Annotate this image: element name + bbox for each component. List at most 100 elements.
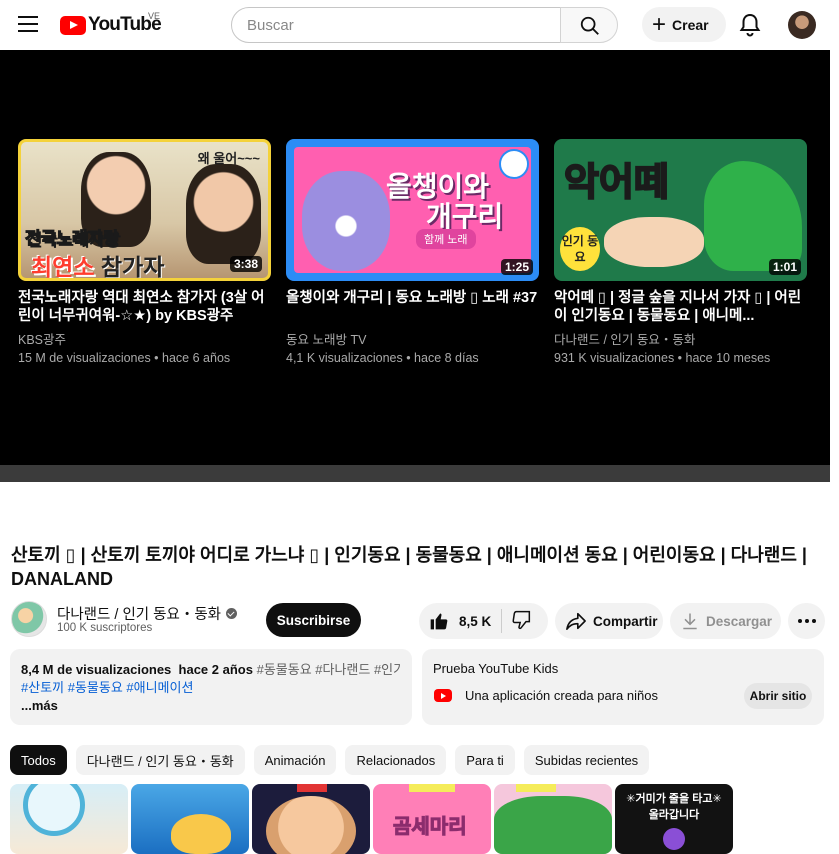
inline-tags: #동물동요 #다나랜드 #인기: [256, 662, 401, 677]
recommended-thumbnail[interactable]: [494, 784, 612, 854]
end-screen-card[interactable]: 왜 울어~~~ 전국노래자랑 최연소 참가자 3:38 전국노래자랑 역대 최연…: [18, 139, 271, 365]
description-box[interactable]: 8,4 M de visualizaciones hace 2 años #동물…: [10, 649, 412, 725]
plus-icon: +: [652, 10, 667, 38]
label-image: [409, 784, 455, 792]
like-button[interactable]: 8,5 K: [419, 609, 502, 633]
like-count: 8,5 K: [459, 613, 492, 629]
share-icon: [566, 612, 586, 630]
recommended-videos: 곰세마리 ✳거미가 줄을 타고✳ 올라갑니다: [10, 784, 733, 854]
end-screen-card[interactable]: 악어떼 인기 동요 1:01 악어떼 ▯ | 정글 숲을 지나서 가자 ▯ | …: [554, 139, 807, 365]
thumbnail-animals-image: [604, 217, 704, 267]
download-icon: [683, 613, 697, 630]
end-screen-title[interactable]: 악어떼 ▯ | 정글 숲을 지나서 가자 ▯ | 어린이 인기동요 | 동물동요…: [554, 289, 807, 325]
channel-name[interactable]: 다나랜드 / 인기 동요・동화: [57, 603, 238, 624]
chip-related[interactable]: Relacionados: [345, 745, 447, 775]
baby-face-image: [266, 796, 356, 854]
recommended-thumbnail[interactable]: 곰세마리: [373, 784, 491, 854]
thumbnail-caption: ✳거미가 줄을 타고✳: [626, 793, 722, 805]
player-progress-bar[interactable]: [0, 465, 830, 482]
recommended-thumbnail[interactable]: [252, 784, 370, 854]
fish-image: [171, 814, 231, 854]
subscriber-count: 100 K suscriptores: [57, 622, 153, 634]
thumbnail-child-image: [186, 164, 261, 264]
channel-avatar[interactable]: [11, 601, 47, 637]
scrollbar[interactable]: [830, 50, 839, 482]
thumbnail-tag: 인기 동요: [560, 227, 600, 271]
end-screen-thumbnail[interactable]: 왜 울어~~~ 전국노래자랑 최연소 참가자 3:38: [18, 139, 271, 281]
thumbs-down-icon: [512, 610, 531, 629]
hashtags[interactable]: #산토끼 #동물동요 #애니메이션: [21, 679, 401, 697]
chip-all[interactable]: Todos: [10, 745, 67, 775]
video-player[interactable]: 왜 울어~~~ 전국노래자랑 최연소 참가자 3:38 전국노래자랑 역대 최연…: [0, 50, 839, 482]
end-screen-meta: 15 M de visualizaciones • hace 6 años: [18, 351, 231, 365]
menu-icon[interactable]: [18, 16, 38, 32]
video-duration: 1:01: [768, 259, 801, 275]
show-more-link[interactable]: ...más: [21, 697, 401, 715]
video-title: 산토끼 ▯ | 산토끼 토끼야 어디로 가느냐 ▯ | 인기동요 | 동물동요 …: [11, 545, 807, 589]
thumbnail-caption-dark: 참가자: [94, 254, 165, 280]
end-screen-meta: 4,1 K visualizaciones • hace 8 días: [286, 351, 479, 365]
download-button[interactable]: Descargar: [670, 603, 781, 639]
end-screen-thumbnail[interactable]: 올챙이와 개구리 함께 노래 1:25: [286, 139, 539, 281]
crocodile-image: [494, 796, 612, 854]
channel-badge-icon: [499, 149, 529, 179]
verified-icon: [226, 608, 238, 619]
like-dislike-group: 8,5 K: [419, 603, 548, 639]
user-avatar[interactable]: [788, 11, 816, 39]
end-screen-title[interactable]: 전국노래자랑 역대 최연소 참가자 (3살 어린이 너무귀여워-☆★) by K…: [18, 289, 271, 325]
related-filter-chips: Todos 다나랜드 / 인기 동요・동화 Animación Relacion…: [10, 745, 650, 775]
youtube-play-icon: [60, 15, 86, 35]
view-count: 8,4 M de visualizaciones: [21, 662, 172, 677]
thumbnail-caption: 최연소 참가자: [31, 248, 165, 280]
clock-image: [23, 784, 85, 836]
chip-recent-uploads[interactable]: Subidas recientes: [523, 745, 650, 775]
subscribe-button[interactable]: Suscribirse: [266, 603, 361, 637]
search-button[interactable]: [560, 7, 618, 43]
thumbnail-crocodile-image: [704, 161, 802, 271]
chip-animation[interactable]: Animación: [253, 745, 337, 775]
description-header: 8,4 M de visualizaciones hace 2 años #동물…: [21, 661, 401, 679]
recommended-thumbnail[interactable]: [10, 784, 128, 854]
thumbnail-caption-red: 최연소: [31, 254, 95, 280]
share-button[interactable]: Compartir: [555, 603, 663, 639]
top-header: YouTube VE Buscar + Crear: [0, 0, 839, 50]
video-duration: 1:25: [500, 259, 533, 275]
kids-promo-title: Prueba YouTube Kids: [433, 661, 559, 676]
thumbnail-bear-image: [302, 171, 390, 271]
download-label: Descargar: [706, 613, 773, 629]
recommended-thumbnail[interactable]: ✳거미가 줄을 타고✳ 올라갑니다: [615, 784, 733, 854]
dislike-button[interactable]: [502, 610, 531, 633]
end-screen-channel: 동요 노래방 TV: [286, 333, 367, 347]
chip-for-you[interactable]: Para ti: [455, 745, 515, 775]
create-label: Crear: [672, 16, 709, 33]
label-image: [516, 784, 556, 792]
thumbnail-caption: 함께 노래: [416, 229, 476, 249]
country-code: VE: [148, 11, 161, 21]
thumbnail-caption: 악어떼: [563, 161, 670, 205]
end-screen-title[interactable]: 올챙이와 개구리 | 동요 노래방 ▯ 노래 #37: [286, 289, 539, 325]
more-dot: [804, 619, 809, 623]
label-image: [297, 784, 327, 792]
end-screen-meta: 931 K visualizaciones • hace 10 meses: [554, 351, 771, 365]
recommended-thumbnail[interactable]: [131, 784, 249, 854]
end-screen-card[interactable]: 올챙이와 개구리 함께 노래 1:25 올챙이와 개구리 | 동요 노래방 ▯ …: [286, 139, 539, 365]
chip-channel[interactable]: 다나랜드 / 인기 동요・동화: [75, 745, 245, 775]
thumbnail-caption: 올라갑니다: [648, 809, 700, 821]
notifications-bell-icon[interactable]: [739, 13, 761, 37]
thumbnail-caption: 왜 울어~~~: [197, 151, 260, 166]
more-dot: [811, 619, 816, 623]
thumbnail-caption: 전국노래자랑: [25, 229, 120, 249]
create-button[interactable]: + Crear: [642, 7, 726, 42]
share-label: Compartir: [593, 613, 658, 629]
video-duration: 3:38: [229, 256, 262, 272]
end-screen-channel: KBS광주: [18, 333, 67, 347]
spider-image: [663, 828, 685, 850]
search-input[interactable]: Buscar: [231, 7, 561, 43]
end-screen-thumbnail[interactable]: 악어떼 인기 동요 1:01: [554, 139, 807, 281]
more-dot: [797, 619, 802, 623]
upload-date: hace 2 años: [178, 662, 253, 677]
more-actions-button[interactable]: [788, 603, 825, 639]
youtube-logo[interactable]: YouTube: [60, 13, 162, 37]
open-site-button[interactable]: Abrir sitio: [744, 683, 812, 709]
search-icon: [580, 16, 599, 35]
